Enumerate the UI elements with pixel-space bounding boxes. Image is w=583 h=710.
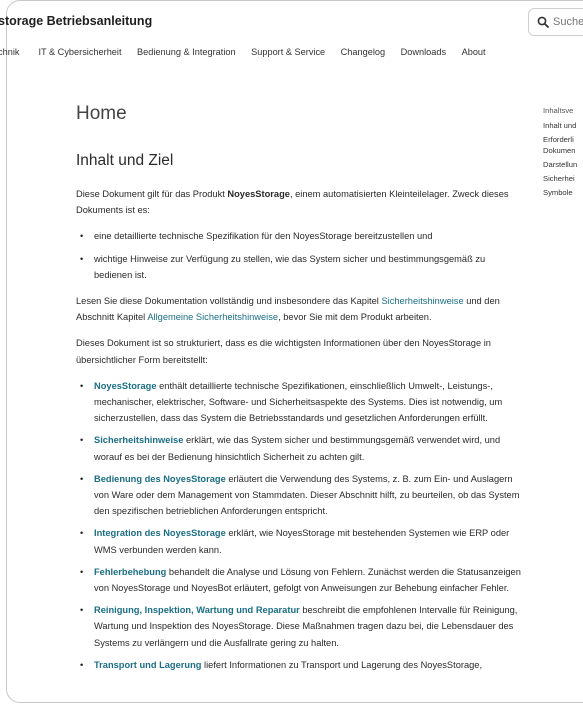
read-paragraph: Lesen Sie diese Dokumentation vollständi… [76, 296, 500, 323]
toc-heading: Inhaltsve [543, 106, 574, 115]
chapter-link-wartung[interactable]: Reinigung, Inspektion, Wartung und Repar… [94, 605, 300, 615]
main-content: Diese Dokument gilt für das Produkt Noye… [76, 186, 522, 683]
chapter-link-integration[interactable]: Integration des NoyesStorage [94, 528, 226, 538]
nav-item-about[interactable]: About [462, 47, 486, 57]
intro-paragraph: Diese Dokument gilt für das Produkt Noye… [76, 189, 509, 216]
link-sicherheitshinweise[interactable]: Sicherheitshinweise [381, 296, 463, 306]
toc-item-symbole[interactable]: Symbole [543, 187, 577, 198]
page-title: Home [76, 103, 127, 124]
list-item: NoyesStorage enthält detaillierte techni… [80, 378, 522, 427]
list-item: eine detaillierte technische Spezifikati… [80, 228, 522, 244]
list-item: Reinigung, Inspektion, Wartung und Repar… [80, 602, 522, 651]
search-input[interactable] [553, 16, 583, 28]
chapter-link-sicherheitshinweise[interactable]: Sicherheitshinweise [94, 435, 183, 445]
chapter-link-transport[interactable]: Transport und Lagerung [94, 660, 201, 670]
nav-item-support-service[interactable]: Support & Service [251, 47, 325, 57]
link-allgemeine-sicherheitshinweise[interactable]: Allgemeine Sicherheitshinweise [147, 312, 278, 322]
chapter-link-noyesstorage[interactable]: NoyesStorage [94, 381, 157, 391]
chapters-list: NoyesStorage enthält detaillierte techni… [76, 378, 522, 673]
nav-item-changelog[interactable]: Changelog [341, 47, 385, 57]
search-box[interactable] [528, 8, 583, 36]
goals-list: eine detaillierte technische Spezifikati… [76, 228, 522, 283]
search-icon [537, 16, 549, 28]
list-item: wichtige Hinweise zur Verfügung zu stell… [80, 251, 522, 283]
list-item: Transport und Lagerung liefert Informati… [80, 657, 522, 673]
nav-item-bedienung-integration[interactable]: Bedienung & Integration [137, 47, 236, 57]
list-item: Fehlerbehebung behandelt die Analyse und… [80, 564, 522, 596]
list-item: Integration des NoyesStorage erklärt, wi… [80, 525, 522, 557]
product-name: NoyesStorage [227, 189, 290, 199]
nav-item-downloads[interactable]: Downloads [401, 47, 446, 57]
toc-item-darstellung[interactable]: Darstellun [543, 159, 577, 170]
table-of-contents: Inhaltsve Inhalt und Erforderli Dokumen … [543, 105, 577, 201]
site-title[interactable]: storage Betriebsanleitung [0, 14, 152, 28]
nav-item-it-cybersicherheit[interactable]: IT & Cybersicherheit [38, 47, 121, 57]
structure-paragraph: Dieses Dokument ist so strukturiert, das… [76, 338, 491, 365]
site-header: storage Betriebsanleitung chnik IT & Cyb… [0, 0, 583, 72]
nav-item-technik[interactable]: chnik [0, 47, 19, 57]
section-heading: Inhalt und Ziel [76, 152, 174, 169]
toc-item-inhalt[interactable]: Inhalt und [543, 120, 577, 131]
list-item: Sicherheitshinweise erklärt, wie das Sys… [80, 432, 522, 464]
toc-item-sicherheit[interactable]: Sicherhei [543, 173, 577, 184]
main-nav: chnik IT & Cybersicherheit Bedienung & I… [0, 47, 501, 57]
chapter-link-bedienung[interactable]: Bedienung des NoyesStorage [94, 474, 226, 484]
chapter-link-fehlerbehebung[interactable]: Fehlerbehebung [94, 567, 166, 577]
list-item: Bedienung des NoyesStorage erläutert die… [80, 471, 522, 520]
toc-item-erforderlich[interactable]: Erforderli Dokumen [543, 134, 577, 156]
